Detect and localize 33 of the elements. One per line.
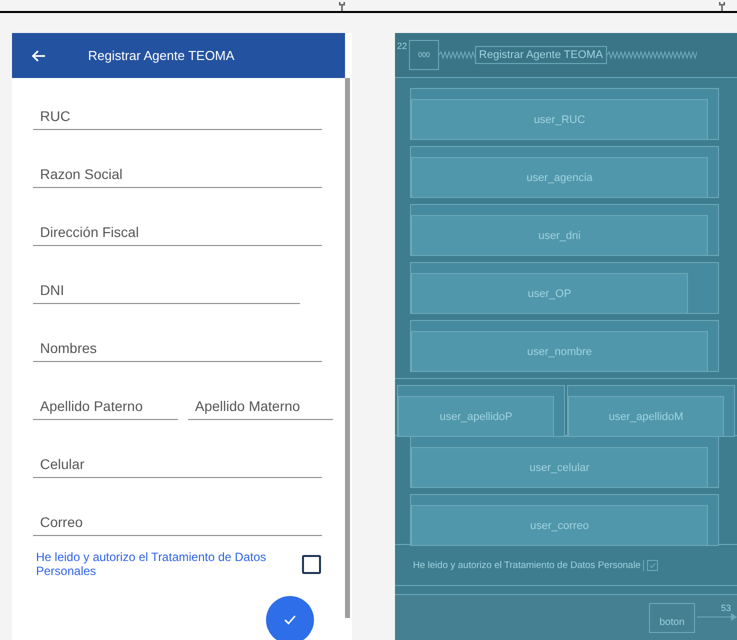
checkbox[interactable]	[302, 554, 321, 574]
view-id: user_OP	[411, 273, 688, 313]
input-field[interactable]: Apellido Paterno	[33, 392, 178, 420]
checkbox-icon	[646, 560, 658, 570]
input-field[interactable]: Correo	[33, 508, 322, 536]
input-field[interactable]: Nombres	[33, 334, 322, 362]
submit-button[interactable]	[266, 596, 314, 640]
margin-label: 53	[720, 603, 731, 613]
input-field[interactable]: Dirección Fiscal	[33, 218, 322, 246]
consent-text: He leido y autorizo el Tratamiento de Datos Personales	[36, 550, 268, 578]
view-id: user_RUC	[411, 99, 708, 139]
view-id: user_nombre	[411, 331, 708, 371]
input-field[interactable]: Apellido Materno	[188, 392, 333, 420]
input-field[interactable]: Celular	[33, 450, 322, 478]
check-icon	[284, 615, 296, 625]
view-id: user_apellidoM	[568, 396, 724, 436]
button-view: boton	[649, 603, 695, 633]
pin-icon[interactable]	[339, 2, 345, 11]
view-id: user_correo	[411, 505, 708, 545]
view-id: user_dni	[411, 215, 708, 255]
spring-line	[439, 50, 476, 60]
input-field[interactable]: DNI	[33, 276, 300, 304]
screen-title: Registrar Agente TEOMA	[88, 48, 234, 63]
view-id: user_celular	[411, 447, 708, 487]
view-id: user_agencia	[411, 157, 708, 197]
input-field[interactable]: RUC	[33, 102, 322, 130]
consent-view: He leido y autorizo el Tratamiento de Datos Personale	[413, 560, 644, 570]
pin-icon[interactable]	[719, 2, 725, 11]
view-id: user_apellidoP	[398, 396, 554, 436]
back-arrow-icon[interactable]	[32, 50, 46, 62]
input-field[interactable]: Razon Social	[33, 160, 322, 188]
margin-label: 22	[397, 41, 408, 51]
toolbar-title-view: Registrar Agente TEOMA	[475, 46, 607, 64]
